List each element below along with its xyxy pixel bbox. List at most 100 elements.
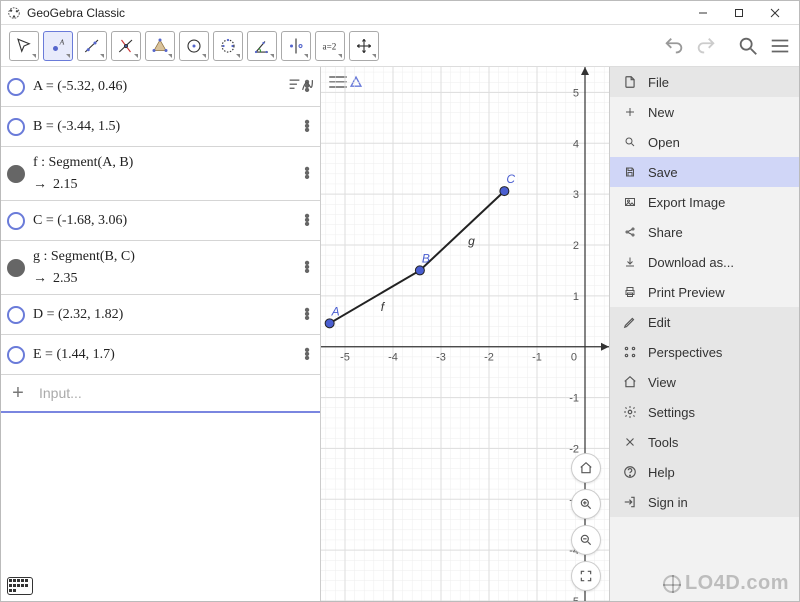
svg-text:-2: -2 [484, 352, 494, 364]
tool-perpendicular[interactable] [111, 31, 141, 61]
gear-icon [622, 404, 638, 420]
pencil-icon [622, 314, 638, 330]
sort-icon[interactable] [288, 75, 314, 95]
zoom-in-button[interactable] [571, 489, 601, 519]
tool-text-a2[interactable]: a=2 [315, 31, 345, 61]
main-body: A = (-5.32, 0.46)•••B = (-3.44, 1.5)•••f… [1, 67, 799, 601]
visibility-toggle[interactable] [7, 212, 25, 230]
svg-text:a=2: a=2 [323, 41, 337, 51]
svg-text:-1: -1 [569, 393, 579, 405]
menu-item-open[interactable]: Open [610, 127, 799, 157]
visibility-toggle[interactable] [7, 165, 25, 183]
tool-circle[interactable] [179, 31, 209, 61]
floating-controls [571, 453, 601, 591]
algebra-expression: E = (1.44, 1.7) [33, 345, 292, 365]
menu-item-share[interactable]: Share [610, 217, 799, 247]
menu-item-save[interactable]: Save [610, 157, 799, 187]
visibility-toggle[interactable] [7, 346, 25, 364]
tool-point[interactable]: A [43, 31, 73, 61]
algebra-expression: C = (-1.68, 3.06) [33, 211, 292, 231]
tool-ellipse[interactable] [213, 31, 243, 61]
algebra-row[interactable]: E = (1.44, 1.7) ••• [1, 335, 320, 375]
menu-header-file[interactable]: File [610, 67, 799, 97]
graphics-canvas[interactable]: -5-4-3-2-10-5-4-3-2-112345fgABC [321, 67, 609, 601]
menu-item-download-as-[interactable]: Download as... [610, 247, 799, 277]
kebab-menu[interactable]: ••• [300, 168, 314, 180]
input-bar[interactable]: + [1, 375, 320, 413]
algebra-row[interactable]: g : Segment(B, C)→2.35 ••• [1, 241, 320, 295]
toolbar: Aa=2 [1, 25, 799, 67]
visibility-toggle[interactable] [7, 306, 25, 324]
zoom-out-button[interactable] [571, 525, 601, 555]
algebra-view: A = (-5.32, 0.46)•••B = (-3.44, 1.5)•••f… [1, 67, 321, 601]
plus-icon: + [9, 382, 27, 405]
download-icon [622, 254, 638, 270]
kebab-menu[interactable]: ••• [300, 215, 314, 227]
svg-text:g: g [468, 234, 475, 248]
visibility-toggle[interactable] [7, 259, 25, 277]
svg-text:2: 2 [573, 240, 579, 252]
menu-header-view[interactable]: View [610, 367, 799, 397]
kebab-menu[interactable]: ••• [300, 262, 314, 274]
menu-header-edit[interactable]: Edit [610, 307, 799, 337]
search-button[interactable] [737, 35, 759, 57]
grid-icon [622, 344, 638, 360]
svg-text:-4: -4 [388, 352, 398, 364]
algebra-expression: A = (-5.32, 0.46) [33, 77, 292, 97]
visibility-toggle[interactable] [7, 78, 25, 96]
svg-text:A: A [331, 304, 340, 318]
menu-item-export-image[interactable]: Export Image [610, 187, 799, 217]
algebra-expression: g : Segment(B, C)→2.35 [33, 247, 292, 288]
kebab-menu[interactable]: ••• [300, 309, 314, 321]
svg-text:1: 1 [573, 291, 579, 303]
graphics-view[interactable]: -5-4-3-2-10-5-4-3-2-112345fgABC [321, 67, 609, 601]
share-icon [622, 224, 638, 240]
app-icon [7, 6, 21, 20]
menu-item-new[interactable]: New [610, 97, 799, 127]
close-button[interactable] [757, 2, 793, 24]
visibility-toggle[interactable] [7, 118, 25, 136]
hamburger-menu-button[interactable] [769, 35, 791, 57]
algebra-input[interactable] [37, 384, 312, 402]
menu-header-sign-in[interactable]: Sign in [610, 487, 799, 517]
algebra-row[interactable]: B = (-3.44, 1.5) ••• [1, 107, 320, 147]
menu-header-tools[interactable]: Tools [610, 427, 799, 457]
fullscreen-button[interactable] [571, 561, 601, 591]
algebra-row[interactable]: f : Segment(A, B)→2.15••• [1, 147, 320, 201]
tool-angle[interactable] [247, 31, 277, 61]
menu-header-settings[interactable]: Settings [610, 397, 799, 427]
menu-header-help[interactable]: Help [610, 457, 799, 487]
tool-line[interactable] [77, 31, 107, 61]
algebra-row[interactable]: C = (-1.68, 3.06) ••• [1, 201, 320, 241]
tool-polygon[interactable] [145, 31, 175, 61]
algebra-row[interactable]: A = (-5.32, 0.46)••• [1, 67, 320, 107]
undo-button[interactable] [663, 35, 685, 57]
home-view-button[interactable] [571, 453, 601, 483]
question-icon [622, 464, 638, 480]
maximize-button[interactable] [721, 2, 757, 24]
app-window: GeoGebra Classic Aa=2 A = (-5.32, 0.46)•… [0, 0, 800, 602]
wrench-icon [622, 434, 638, 450]
svg-text:-5: -5 [340, 352, 350, 364]
menu-item-print-preview[interactable]: Print Preview [610, 277, 799, 307]
menu-header-perspectives[interactable]: Perspectives [610, 337, 799, 367]
svg-text:f: f [381, 300, 386, 314]
kebab-menu[interactable]: ••• [300, 349, 314, 361]
tool-reflect[interactable] [281, 31, 311, 61]
algebra-row[interactable]: D = (2.32, 1.82)••• [1, 295, 320, 335]
kebab-menu[interactable]: ••• [300, 121, 314, 133]
home-icon [622, 374, 638, 390]
tool-translate[interactable] [349, 31, 379, 61]
svg-text:0: 0 [571, 352, 577, 364]
save-icon [622, 164, 638, 180]
print-icon [622, 284, 638, 300]
minimize-button[interactable] [685, 2, 721, 24]
redo-button[interactable] [695, 35, 717, 57]
virtual-keyboard-button[interactable] [7, 577, 33, 595]
window-controls [685, 2, 793, 24]
tool-move[interactable] [9, 31, 39, 61]
algebra-expression: B = (-3.44, 1.5) [33, 117, 292, 137]
menu-drawer: FileNewOpenSaveExport ImageShareDownload… [609, 67, 799, 601]
svg-text:-3: -3 [436, 352, 446, 364]
svg-text:-1: -1 [532, 352, 542, 364]
